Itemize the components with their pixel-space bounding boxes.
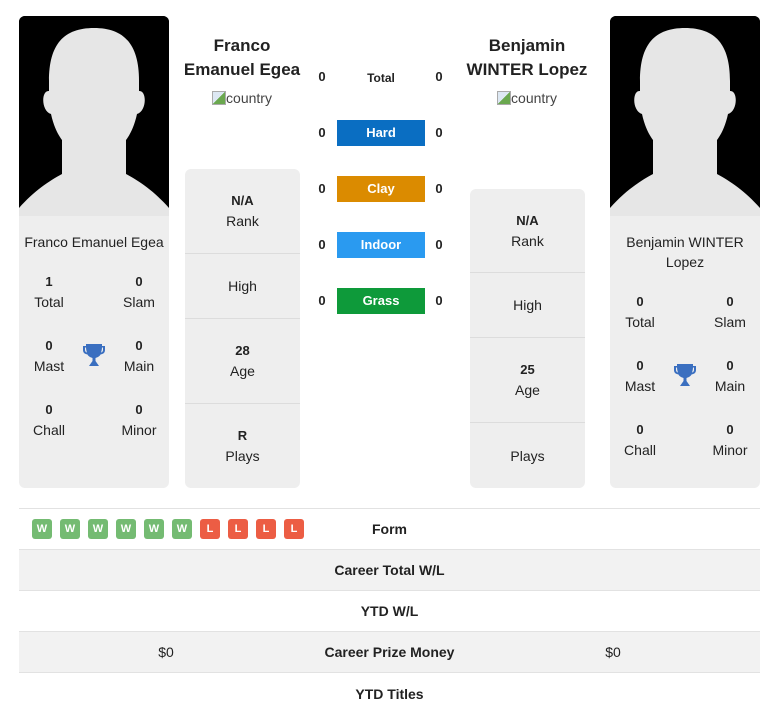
player1-high: High (185, 254, 300, 319)
player2-titles-chall: 0 Chall (624, 422, 656, 458)
player1-titles-minor: 0 Minor (121, 402, 157, 438)
surface-row-total: 0 Total 0 (318, 69, 443, 85)
form-badge-win[interactable]: W (32, 519, 52, 539)
surface-row-grass: 0 Grass 0 (310, 288, 450, 314)
form-row: WWWWWWLLLL Form (19, 509, 760, 550)
stat-row-prize-money: $0 Career Prize Money $0 (19, 632, 760, 673)
form-badge-loss[interactable]: L (256, 519, 276, 539)
player1-age: 28 Age (185, 319, 300, 404)
player1-titles-chall: 0 Chall (33, 402, 65, 438)
player1-plays: R Plays (225, 428, 260, 464)
stats-table: WWWWWWLLLL Form Career Total W/L YTD W/L… (19, 508, 760, 714)
surface-row-indoor: 0 Indoor 0 (310, 232, 450, 258)
broken-image-icon (212, 91, 227, 105)
trophy-icon (673, 362, 697, 388)
surface-badge-hard[interactable]: Hard (337, 120, 425, 146)
player1-titles-main: 0 Main (123, 338, 155, 374)
person-silhouette-icon (610, 16, 760, 216)
player1-titles-slam: 0 Slam (123, 274, 155, 310)
form-badge-win[interactable]: W (116, 519, 136, 539)
player1-country: country (212, 90, 272, 106)
player1-name[interactable]: Franco Emanuel Egea (172, 34, 312, 82)
player2-age: 25 Age (470, 338, 585, 423)
form-badge-loss[interactable]: L (200, 519, 220, 539)
player1-info: N/A Rank High 28 Age R Plays (185, 169, 300, 488)
player2-titles-mast: 0 Mast (624, 358, 656, 394)
player2-high: High (470, 273, 585, 338)
player2-titles-main: 0 Main (714, 358, 746, 394)
stat-row-ytd-titles: YTD Titles (355, 685, 424, 702)
stat-row-ytd-wl: YTD W/L (19, 591, 760, 632)
form-badge-win[interactable]: W (172, 519, 192, 539)
form-badge-loss[interactable]: L (284, 519, 304, 539)
broken-image-icon (497, 91, 512, 105)
form-badge-win[interactable]: W (144, 519, 164, 539)
player1-form: WWWWWWLLLL (19, 519, 313, 539)
surface-badge-indoor[interactable]: Indoor (337, 232, 425, 258)
player2-titles-slam: 0 Slam (714, 294, 746, 330)
player2-card: Benjamin WINTER Lopez 0 Total 0 Slam 0 M… (610, 16, 760, 488)
player2-titles-minor: 0 Minor (712, 422, 748, 458)
player2-plays: Plays (510, 447, 545, 464)
trophy-icon (82, 342, 106, 368)
player2-card-name: Benjamin WINTER Lopez (626, 234, 744, 270)
player2-name[interactable]: Benjamin WINTER Lopez (457, 34, 597, 82)
form-label: Form (372, 521, 407, 537)
player2-info: N/A Rank High 25 Age Plays (470, 189, 585, 488)
surface-row-clay: 0 Clay 0 (310, 176, 450, 202)
player2-country: country (497, 90, 557, 106)
stat-row-career-wl: Career Total W/L (19, 550, 760, 591)
form-badge-loss[interactable]: L (228, 519, 248, 539)
player1-header: Franco Emanuel Egea country (172, 34, 312, 110)
surface-badge-grass[interactable]: Grass (337, 288, 425, 314)
player1-card: Franco Emanuel Egea 1 Total 0 Slam 0 Mas… (19, 16, 169, 488)
player1-titles-mast: 0 Mast (33, 338, 65, 374)
player2-titles-total: 0 Total (625, 294, 655, 330)
form-badge-win[interactable]: W (60, 519, 80, 539)
player1-card-name: Franco Emanuel Egea (24, 234, 164, 250)
player1-titles-total: 1 Total (34, 274, 64, 310)
player1-photo (19, 16, 169, 216)
player2-photo (610, 16, 760, 216)
person-silhouette-icon (19, 16, 169, 216)
surface-badge-clay[interactable]: Clay (337, 176, 425, 202)
player2-header: Benjamin WINTER Lopez country (457, 34, 597, 110)
player2-rank: N/A Rank (470, 189, 585, 273)
surface-row-hard: 0 Hard 0 (310, 120, 450, 146)
form-badge-win[interactable]: W (88, 519, 108, 539)
player1-rank: N/A Rank (185, 169, 300, 254)
